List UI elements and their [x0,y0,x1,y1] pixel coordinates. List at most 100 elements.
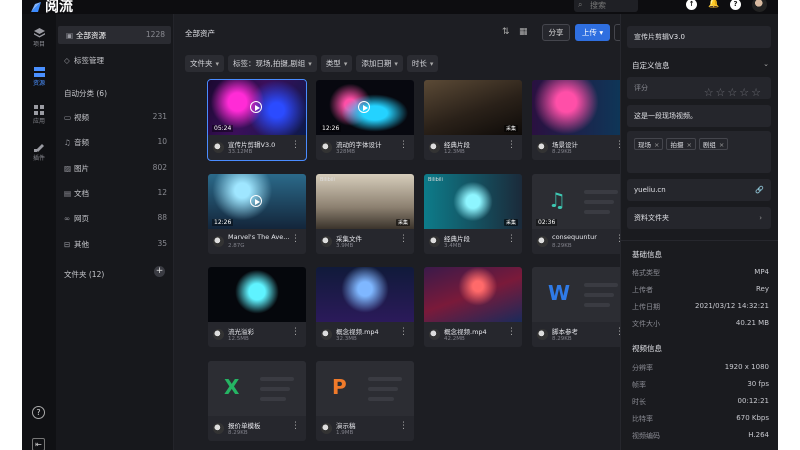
asset-card[interactable]: 12:26 流动的字体设计 328MB ⋮ [316,80,414,160]
grid-view-icon[interactable]: ▦ [519,27,528,37]
asset-card[interactable]: 概念视频.mp4 42.2MB ⋮ [424,267,522,347]
tag-chip[interactable]: 剧组 × [698,138,729,150]
filter-tags[interactable]: 标签：现场,拍摄,剧组 ▾ [228,55,317,72]
asset-card[interactable]: Bilibili 采集 经典片段 3.4MB ⋮ [424,174,522,254]
help-icon[interactable]: ? [730,0,741,10]
sidebar-item-image[interactable]: ▨ 图片 802 [56,159,173,177]
add-folder-icon[interactable]: + [154,266,165,277]
asset-name: 概念视频.mp4 [336,328,379,336]
sidebar-item-document[interactable]: ▤ 文档 12 [56,184,173,202]
source-label: Bilibili [428,177,443,183]
auto-category-heading: 自动分类 (6) [64,89,108,98]
rating-field: 评分 ☆☆☆☆☆ [627,77,771,99]
asset-card[interactable]: P 演示稿 1.9MB ⋮ [316,361,414,441]
folders-heading: 文件夹 (12) [64,270,105,279]
play-icon[interactable] [250,101,262,113]
folder-field[interactable]: 资料文件夹 › [627,207,771,229]
owner-avatar [321,329,332,340]
asset-card[interactable]: ♫02:36consequuntur8.29KB⋮ [532,174,630,254]
asset-thumbnail [208,267,306,322]
upload-button[interactable]: 上传 ▾ [575,24,610,41]
filter-date[interactable]: 添加日期 ▾ [356,55,403,72]
sidebar-item-tag-manage[interactable]: ◇ 标签管理 [56,51,173,69]
filter-duration[interactable]: 时长 ▾ [406,55,439,72]
asset-card[interactable]: 场景设计8.29KB⋮ [532,80,630,160]
close-icon[interactable]: × [719,141,724,149]
play-icon[interactable] [358,101,370,113]
link-text: yueliu.cn [634,186,666,194]
more-options-icon[interactable]: ⋮ [399,141,408,150]
close-icon[interactable]: × [686,141,691,149]
filter-folder[interactable]: 文件夹 ▾ [185,55,225,72]
sidebar-item-label: 全部资源 [76,31,106,40]
tag-chip[interactable]: 现场 × [634,138,664,150]
more-options-icon[interactable]: ⋮ [291,422,300,431]
more-options-icon[interactable]: ⋮ [291,141,300,150]
card-footer: 概念视频.mp4 42.2MB ⋮ [424,322,522,347]
app-name: 阅流 [45,0,73,15]
asset-card[interactable]: 采集 经典片段 12.3MB ⋮ [424,80,522,160]
star-rating[interactable]: ☆☆☆☆☆ [704,82,763,104]
asset-name: Marvel's The Ave... [228,233,290,241]
asset-card[interactable]: Bilibili 采集 采集文件 3.9MB ⋮ [316,174,414,254]
asset-card[interactable]: X 报价单模板 8.29KB ⋮ [208,361,306,441]
link-icon[interactable]: 🔗 [755,179,764,201]
share-button[interactable]: 分享 [542,24,570,41]
sidebar-item-count: 10 [157,137,167,146]
rail-label: 资源 [32,80,45,87]
sidebar-item-audio[interactable]: ♫ 音频 10 [56,133,173,151]
asset-title-field[interactable]: 宣传片剪辑V3.0 [627,26,771,48]
asset-size: 3.4MB [444,243,462,249]
asset-name: consequuntur [552,233,597,241]
asset-card[interactable]: 概念视频.mp4 32.3MB ⋮ [316,267,414,347]
asset-card[interactable]: 12:26 Marvel's The Ave... 2.87G ⋮ [208,174,306,254]
rail-item-resources[interactable]: 资源 [22,67,56,87]
image-icon: ▨ [64,164,72,173]
collapse-sidebar-icon[interactable]: ⇤ [32,438,45,450]
help-circle-icon[interactable]: ? [32,406,45,419]
rail-item-projects[interactable]: 项目 [22,28,56,48]
rail-item-plugins[interactable]: 插件 [22,142,56,162]
asset-card[interactable]: 流光溢彩 12.5MB ⋮ [208,267,306,347]
asset-thumbnail: 12:26 [208,174,306,229]
sort-icon[interactable]: ⇅ [502,27,510,37]
more-options-icon[interactable]: ⋮ [507,328,516,337]
asset-card[interactable]: 05:24 宣传片剪辑V3.0 33.12MB ⋮ [207,79,307,161]
more-options-icon[interactable]: ⋮ [507,235,516,244]
duration-label: 12:26 [320,125,342,132]
tag-chip[interactable]: 拍摄 × [666,138,696,150]
chevron-down-icon[interactable]: ⌄ [763,60,769,68]
sidebar-item-other[interactable]: ⊟ 其他 35 [56,235,173,253]
sidebar-item-all[interactable]: ▣ 全部资源 1228 [58,26,171,44]
chevron-down-icon: ▾ [343,60,348,68]
asset-thumbnail [424,267,522,322]
owner-avatar [213,423,224,434]
more-options-icon[interactable]: ⋮ [291,235,300,244]
more-options-icon[interactable]: ⋮ [399,422,408,431]
filter-label: 标签：现场,拍摄,剧组 [233,59,306,68]
description-field[interactable]: 这是一段现场视频。 [627,105,771,127]
search-input[interactable]: ⌕ 搜索 [574,0,638,12]
rail-item-apps[interactable]: 应用 [22,105,56,125]
filter-type[interactable]: 类型 ▾ [320,55,353,72]
sidebar-item-webpage[interactable]: ∞ 网页 88 [56,209,173,227]
more-options-icon[interactable]: ⋮ [399,328,408,337]
asset-card[interactable]: W 脚本参考8.29KB⋮ [532,267,630,347]
card-footer: 经典片段 12.3MB ⋮ [424,135,522,160]
link-field[interactable]: yueliu.cn 🔗 [627,179,771,201]
close-icon[interactable]: × [654,141,659,149]
card-footer: 脚本参考8.29KB⋮ [532,322,630,347]
user-avatar[interactable] [752,0,767,12]
tags-field[interactable]: 现场 × 拍摄 × 剧组 × [627,131,771,173]
sidebar-item-video[interactable]: ▭ 视频 231 [56,108,173,126]
more-options-icon[interactable]: ⋮ [507,141,516,150]
more-options-icon[interactable]: ⋮ [399,235,408,244]
chevron-down-icon: ▾ [429,60,434,68]
asset-name: 概念视频.mp4 [444,328,487,336]
notification-bell-icon[interactable]: 🔔 [708,0,719,10]
play-icon[interactable] [250,195,262,207]
more-options-icon[interactable]: ⋮ [291,328,300,337]
upload-status-icon[interactable]: ↑ [686,0,697,10]
placeholder-line [260,377,294,381]
card-footer: Marvel's The Ave... 2.87G ⋮ [208,229,306,254]
